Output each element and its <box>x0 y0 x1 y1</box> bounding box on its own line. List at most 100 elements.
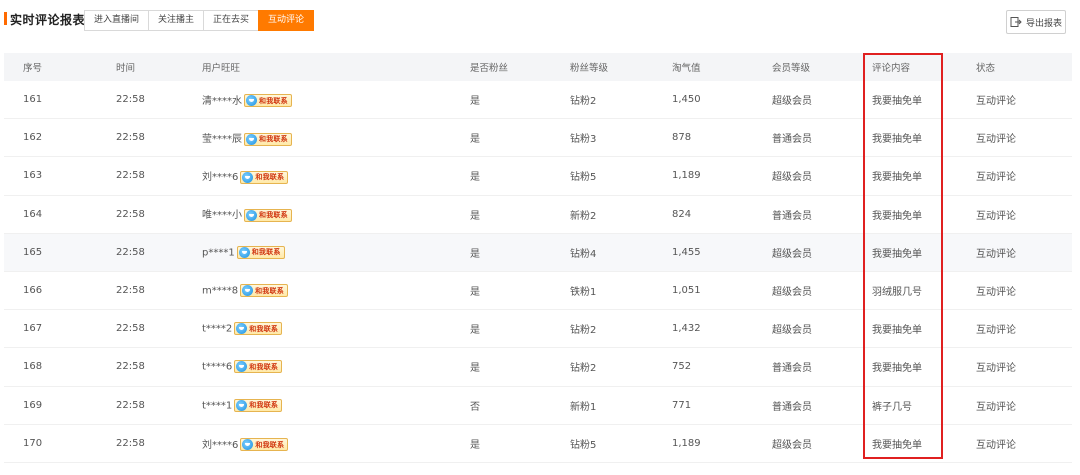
cell-time: 22:58 <box>116 132 145 144</box>
user-name: 刘****6 <box>202 172 239 184</box>
contact-me-button[interactable]: 和我联系 <box>234 360 283 374</box>
cell-fan-level: 钻粉3 <box>570 134 597 146</box>
cell-status: 互动评论 <box>976 172 1016 184</box>
col-header-index: 序号 <box>23 63 43 74</box>
contact-me-button[interactable]: 和我联系 <box>244 132 292 146</box>
contact-me-button[interactable]: 和我联系 <box>240 438 289 452</box>
tab-interactive-comments[interactable]: 互动评论 <box>258 10 315 31</box>
cell-taoqi: 752 <box>672 361 692 373</box>
comment-report-table: 序号 时间 用户旺旺 是否粉丝 粉丝等级 淘气值 会员等级 评论内容 状态 16… <box>4 53 1072 463</box>
cell-fan-level: 钻粉5 <box>570 439 597 451</box>
cell-taoqi: 1,450 <box>672 94 701 106</box>
cell-status: 互动评论 <box>976 439 1016 451</box>
contact-me-label: 和我联系 <box>259 135 288 144</box>
cell-comment: 羽绒服几号 <box>872 287 922 299</box>
export-report-button[interactable]: 导出报表 <box>1006 10 1066 34</box>
wangwang-icon <box>242 285 254 297</box>
cell-comment: 我要抽免单 <box>872 172 922 184</box>
cell-member-level: 超级会员 <box>772 439 812 451</box>
col-header-fan-level: 粉丝等级 <box>570 63 609 74</box>
cell-status: 互动评论 <box>976 325 1016 337</box>
user-name: t****1 <box>202 400 233 412</box>
tab-follow-host[interactable]: 关注播主 <box>148 10 205 31</box>
cell-taoqi: 1,051 <box>672 285 701 297</box>
cell-is-fan: 是 <box>470 172 480 184</box>
cell-fan-level: 钻粉2 <box>570 96 597 108</box>
report-header: 实时评论报表 进入直播间 关注播主 正在去买 互动评论 导出报表 <box>0 0 1080 46</box>
export-icon <box>1010 17 1022 27</box>
contact-me-button[interactable]: 和我联系 <box>234 398 283 412</box>
tab-enter-live-room[interactable]: 进入直播间 <box>84 10 150 31</box>
cell-taoqi: 878 <box>672 132 692 144</box>
cell-index: 170 <box>23 437 43 449</box>
cell-time: 22:58 <box>116 246 145 258</box>
cell-is-fan: 否 <box>470 401 480 413</box>
user-name: 唯****小 <box>202 210 242 222</box>
cell-user: t****2 和我联系 <box>202 322 283 336</box>
contact-me-button[interactable]: 和我联系 <box>234 322 283 336</box>
wangwang-icon <box>242 439 254 451</box>
cell-user: m****8 和我联系 <box>202 284 288 298</box>
cell-is-fan: 是 <box>470 325 480 337</box>
contact-me-button[interactable]: 和我联系 <box>244 208 292 222</box>
cell-is-fan: 是 <box>470 134 480 146</box>
user-name: 清****水 <box>202 95 242 107</box>
cell-member-level: 超级会员 <box>772 96 812 108</box>
cell-user: p****1 和我联系 <box>202 245 285 259</box>
contact-me-label: 和我联系 <box>259 96 288 105</box>
cell-member-level: 普通会员 <box>772 363 812 375</box>
cell-time: 22:58 <box>116 94 145 106</box>
cell-comment: 裤子几号 <box>872 401 912 413</box>
contact-me-button[interactable]: 和我联系 <box>240 170 289 184</box>
table-row: 161 22:58 清****水 和我联系 是 钻粉2 1,450 超级会员 我要抽免单 互动评论 <box>4 81 1072 120</box>
cell-comment: 我要抽免单 <box>872 210 922 222</box>
table-row: 166 22:58 m****8 和我联系 是 铁粉1 1,051 超级会员 羽绒服几号 互动评论 <box>4 272 1072 311</box>
cell-fan-level: 新粉1 <box>570 401 597 413</box>
cell-index: 169 <box>23 399 43 411</box>
contact-me-button[interactable]: 和我联系 <box>244 94 292 108</box>
table-row: 168 22:58 t****6 和我联系 是 钻粉2 752 普通会员 我要抽免单 互动评论 <box>4 348 1072 387</box>
cell-is-fan: 是 <box>470 248 480 260</box>
contact-me-button[interactable]: 和我联系 <box>236 245 285 259</box>
cell-status: 互动评论 <box>976 401 1016 413</box>
cell-comment: 我要抽免单 <box>872 325 922 337</box>
cell-time: 22:58 <box>116 208 145 220</box>
user-name: 莹****辰 <box>202 134 242 146</box>
cell-member-level: 普通会员 <box>772 210 812 222</box>
table-row: 167 22:58 t****2 和我联系 是 钻粉2 1,432 超级会员 我要抽免单 互动评论 <box>4 310 1072 349</box>
col-header-user: 用户旺旺 <box>202 63 241 74</box>
cell-fan-level: 新粉2 <box>570 210 597 222</box>
contact-me-label: 和我联系 <box>251 248 281 257</box>
contact-me-label: 和我联系 <box>249 362 279 371</box>
table-header: 序号 时间 用户旺旺 是否粉丝 粉丝等级 淘气值 会员等级 评论内容 状态 <box>4 53 1072 81</box>
cell-fan-level: 钻粉2 <box>570 325 597 337</box>
cell-index: 163 <box>23 170 43 182</box>
contact-me-label: 和我联系 <box>249 401 279 410</box>
user-name: t****2 <box>202 323 233 335</box>
cell-time: 22:58 <box>116 285 145 297</box>
cell-index: 165 <box>23 246 43 258</box>
cell-fan-level: 钻粉2 <box>570 363 597 375</box>
cell-taoqi: 1,455 <box>672 246 701 258</box>
contact-me-button[interactable]: 和我联系 <box>240 284 288 298</box>
table-row: 165 22:58 p****1 和我联系 是 钻粉4 1,455 超级会员 我要抽免单 互动评论 <box>4 233 1072 272</box>
cell-user: 唯****小 和我联系 <box>202 206 292 222</box>
wangwang-icon <box>236 323 248 335</box>
tab-buying-now[interactable]: 正在去买 <box>203 10 260 31</box>
cell-is-fan: 是 <box>470 439 480 451</box>
cell-taoqi: 1,432 <box>672 323 701 335</box>
cell-taoqi: 1,189 <box>672 170 701 182</box>
col-header-member-level: 会员等级 <box>772 63 811 74</box>
cell-member-level: 普通会员 <box>772 401 812 413</box>
user-name: 刘****6 <box>202 439 239 451</box>
cell-status: 互动评论 <box>976 363 1016 375</box>
cell-time: 22:58 <box>116 399 145 411</box>
wangwang-icon <box>246 95 257 107</box>
cell-comment: 我要抽免单 <box>872 134 922 146</box>
cell-index: 164 <box>23 208 43 220</box>
cell-user: 莹****辰 和我联系 <box>202 130 292 146</box>
cell-member-level: 超级会员 <box>772 287 812 299</box>
wangwang-icon <box>246 133 257 145</box>
cell-user: 刘****6 和我联系 <box>202 168 289 184</box>
table-row: 164 22:58 唯****小 和我联系 是 新粉2 824 普通会员 我要抽免单 互动评论 <box>4 196 1072 234</box>
